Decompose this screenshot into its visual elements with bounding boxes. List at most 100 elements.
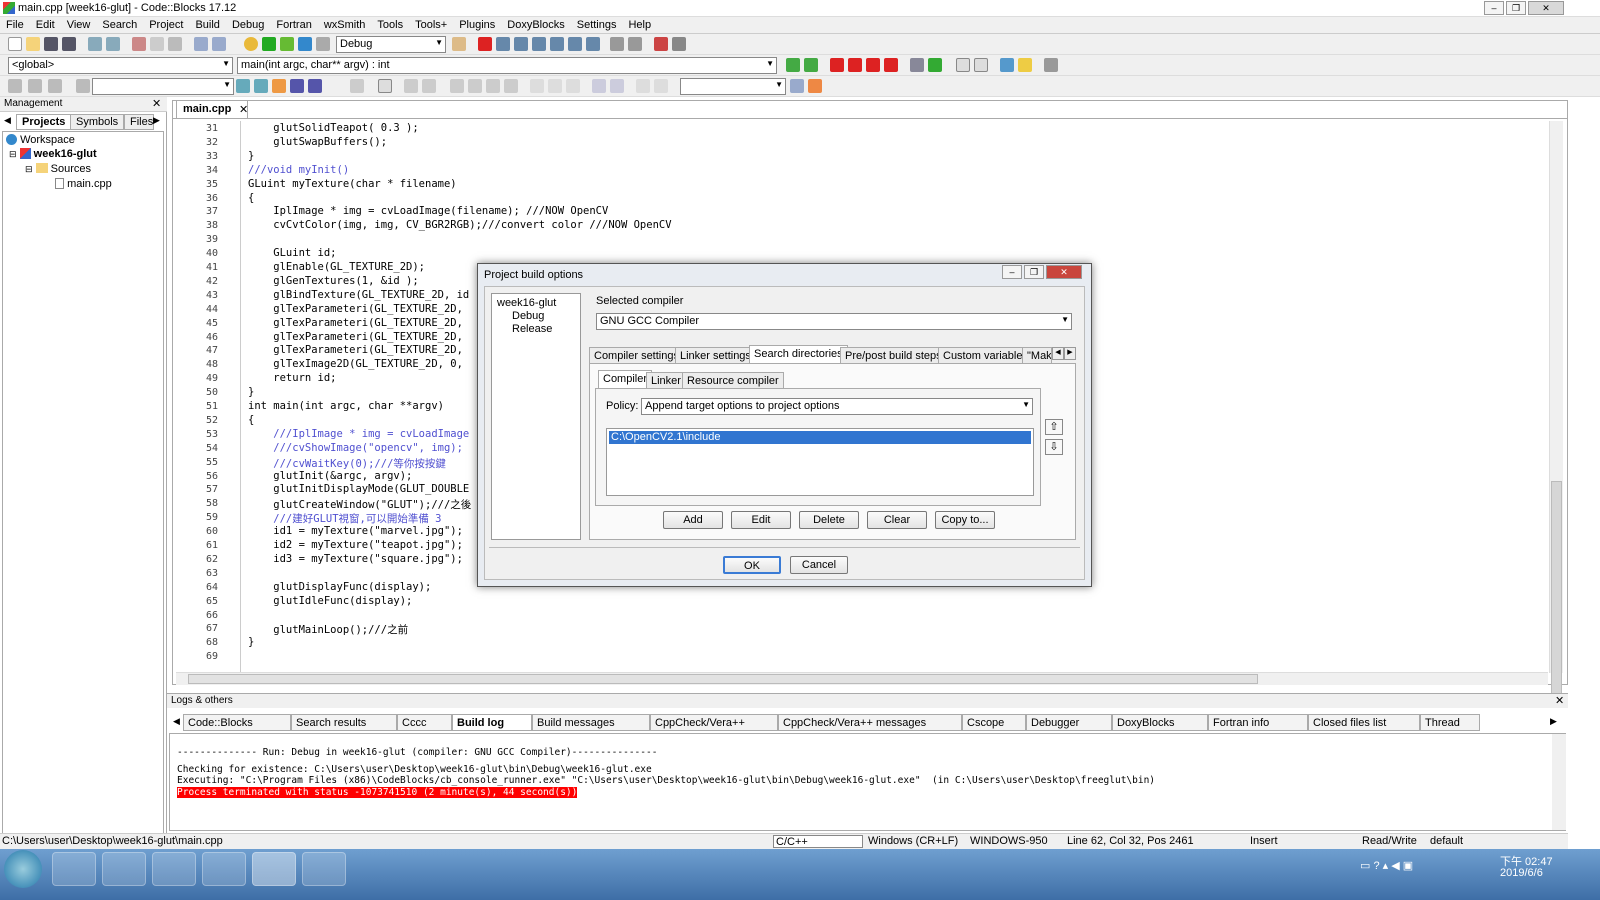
copy-to-button[interactable]: Copy to... bbox=[935, 511, 995, 529]
new-file-icon[interactable] bbox=[8, 37, 22, 51]
logs-tabs-left-icon[interactable]: ◀ bbox=[173, 716, 180, 727]
editor-tab-main-cpp[interactable]: main.cpp ✕ bbox=[176, 100, 248, 118]
code-line[interactable]: id1 = myTexture("marvel.jpg"); bbox=[248, 525, 463, 537]
block-comment-icon[interactable] bbox=[956, 58, 970, 72]
compiler-select[interactable]: GNU GCC Compiler ▼ bbox=[596, 313, 1072, 330]
target-options-icon[interactable] bbox=[452, 37, 466, 51]
tree-item-project[interactable]: week16-glut bbox=[497, 297, 556, 309]
code-line[interactable]: glutInitDisplayMode(GLUT_DOUBLE bbox=[248, 483, 469, 495]
debug-icon[interactable] bbox=[478, 37, 492, 51]
tab-pre-post-build[interactable]: Pre/post build steps bbox=[840, 347, 947, 364]
pointer-icon[interactable] bbox=[350, 79, 364, 93]
code-line[interactable]: ///cvWaitKey(0);///等你按按鍵 bbox=[248, 456, 446, 471]
code-line[interactable]: glutDisplayFunc(display); bbox=[248, 581, 431, 593]
next-line-icon[interactable] bbox=[514, 37, 528, 51]
tab-custom-variables[interactable]: Custom variables bbox=[938, 347, 1033, 364]
clock-date[interactable]: 2019/6/6 bbox=[1500, 867, 1543, 879]
directory-item[interactable]: C:\OpenCV2.1\include bbox=[609, 431, 1031, 444]
c-icon[interactable] bbox=[654, 79, 668, 93]
tab-compiler-settings[interactable]: Compiler settings bbox=[589, 347, 684, 364]
dialog-tabs-right-icon[interactable]: ▶ bbox=[1064, 347, 1076, 360]
code-line[interactable]: cvCvtColor(img, img, CV_BGR2RGB);///conv… bbox=[248, 219, 671, 231]
menu-build[interactable]: Build bbox=[189, 17, 225, 33]
step-instruction-icon[interactable] bbox=[586, 37, 600, 51]
log-tab-doxyblocks[interactable]: DoxyBlocks bbox=[1112, 714, 1208, 731]
close-logs-icon[interactable]: ✕ bbox=[1555, 694, 1564, 707]
dot-icon[interactable] bbox=[28, 79, 42, 93]
save-icon[interactable] bbox=[44, 37, 58, 51]
build-icon[interactable] bbox=[244, 37, 258, 51]
tabs-right-icon[interactable]: ▶ bbox=[153, 115, 160, 126]
media-player-icon[interactable] bbox=[152, 852, 196, 886]
code-line[interactable]: glGenTextures(1, &id ); bbox=[248, 275, 418, 287]
tab-make-commands[interactable]: "Make bbox=[1022, 347, 1052, 364]
menu-settings[interactable]: Settings bbox=[571, 17, 623, 33]
editor-horizontal-scrollbar[interactable] bbox=[176, 672, 1548, 685]
code-line[interactable]: glTexParameteri(GL_TEXTURE_2D, bbox=[248, 303, 463, 315]
form-icon[interactable] bbox=[404, 79, 418, 93]
code-line[interactable]: glutSwapBuffers(); bbox=[248, 136, 387, 148]
code-line[interactable]: } bbox=[248, 636, 254, 648]
ie-icon[interactable] bbox=[52, 852, 96, 886]
clear-icon[interactable] bbox=[76, 79, 90, 93]
close-tab-icon[interactable]: ✕ bbox=[239, 103, 248, 116]
hscroll-thumb[interactable] bbox=[188, 674, 1258, 684]
code-line[interactable]: id2 = myTexture("teapot.jpg"); bbox=[248, 539, 463, 551]
tab-symbols[interactable]: Symbols bbox=[70, 114, 125, 130]
scope-select[interactable]: <global> ▼ bbox=[8, 57, 233, 74]
find-icon-2[interactable] bbox=[790, 79, 804, 93]
jump-back-icon[interactable] bbox=[786, 58, 800, 72]
menu-project[interactable]: Project bbox=[143, 17, 189, 33]
regex-icon[interactable] bbox=[308, 79, 322, 93]
codeblocks-taskbar-icon[interactable] bbox=[252, 852, 296, 886]
zoom-out-icon[interactable] bbox=[610, 79, 624, 93]
find-icon[interactable] bbox=[194, 37, 208, 51]
tab-projects[interactable]: Projects bbox=[16, 114, 72, 130]
info-icon[interactable] bbox=[672, 37, 686, 51]
subtab-resource-compiler[interactable]: Resource compiler bbox=[682, 372, 784, 389]
extract-icon[interactable] bbox=[928, 58, 942, 72]
build-run-icon[interactable] bbox=[280, 37, 294, 51]
log-scrollbar[interactable] bbox=[1552, 734, 1566, 830]
wrench-icon[interactable] bbox=[808, 79, 822, 93]
bookmark-toggle-icon[interactable] bbox=[830, 58, 844, 72]
menu-fortran[interactable]: Fortran bbox=[270, 17, 317, 33]
tree-project[interactable]: ⊟ week16-glut bbox=[9, 148, 97, 160]
tree-sources[interactable]: ⊟ Sources bbox=[25, 163, 91, 175]
function-select[interactable]: main(int argc, char** argv) : int ▼ bbox=[237, 57, 777, 74]
jump-forward-icon[interactable] bbox=[804, 58, 818, 72]
zoom-in-icon[interactable] bbox=[592, 79, 606, 93]
run-to-cursor-icon[interactable] bbox=[496, 37, 510, 51]
align-justify-icon[interactable] bbox=[504, 79, 518, 93]
code-line[interactable]: glutCreateWindow("GLUT");///之後 bbox=[248, 497, 471, 512]
save-all-icon[interactable] bbox=[62, 37, 76, 51]
code-line[interactable]: glTexImage2D(GL_TEXTURE_2D, 0, bbox=[248, 358, 463, 370]
log-tab-thread[interactable]: Thread bbox=[1420, 714, 1480, 731]
explorer-icon[interactable] bbox=[102, 852, 146, 886]
code-line[interactable]: ///建好GLUT視窗,可以開始準備 3 bbox=[248, 511, 441, 526]
copy-icon[interactable] bbox=[150, 37, 164, 51]
layout-icon[interactable] bbox=[422, 79, 436, 93]
code-line[interactable]: glutSolidTeapot( 0.3 ); bbox=[248, 122, 418, 134]
html-icon[interactable] bbox=[1000, 58, 1014, 72]
tray-icons[interactable]: ▭ ? ▴ ◀ ▣ bbox=[1360, 859, 1413, 872]
abort-icon[interactable] bbox=[316, 37, 330, 51]
redo-icon[interactable] bbox=[106, 37, 120, 51]
dialog-close-icon[interactable]: ✕ bbox=[1046, 265, 1082, 279]
rebuild-icon[interactable] bbox=[298, 37, 312, 51]
box2-icon[interactable] bbox=[548, 79, 562, 93]
log-tab-closed-files-list[interactable]: Closed files list bbox=[1308, 714, 1420, 731]
rect-icon[interactable] bbox=[378, 79, 392, 93]
last-icon[interactable] bbox=[48, 79, 62, 93]
log-tab-cccc[interactable]: Cccc bbox=[397, 714, 452, 731]
code-line[interactable]: } bbox=[248, 150, 254, 162]
code-line[interactable]: { bbox=[248, 192, 254, 204]
menu-edit[interactable]: Edit bbox=[30, 17, 61, 33]
code-line[interactable]: ///cvShowImage("opencv", img); bbox=[248, 442, 463, 454]
highlight-icon[interactable] bbox=[272, 79, 286, 93]
bookmark-prev-icon[interactable] bbox=[848, 58, 862, 72]
align-center-icon[interactable] bbox=[468, 79, 482, 93]
chm-icon[interactable] bbox=[1018, 58, 1032, 72]
menu-tools-[interactable]: Tools+ bbox=[409, 17, 453, 33]
code-line[interactable]: glEnable(GL_TEXTURE_2D); bbox=[248, 261, 425, 273]
